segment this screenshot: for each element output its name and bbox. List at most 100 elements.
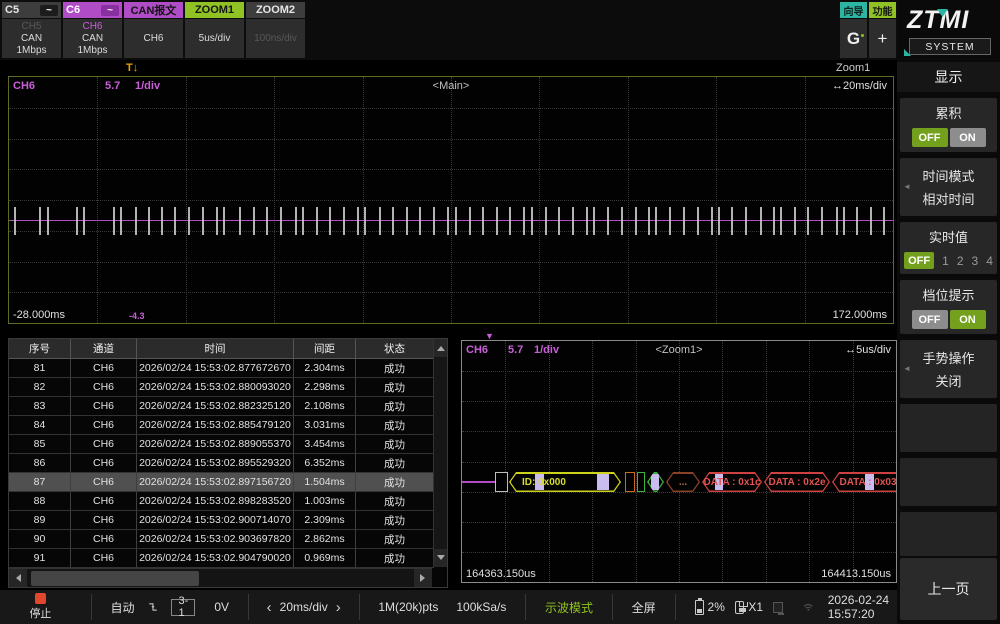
table-row[interactable]: 91CH62026/02/24 15:53:02.9047900200.969m… bbox=[9, 549, 434, 568]
col-interval[interactable]: 间距 bbox=[294, 339, 356, 359]
hscroll-thumb[interactable] bbox=[31, 571, 199, 586]
can-frame-burst bbox=[718, 207, 720, 235]
trigger-position-marker[interactable]: T↓ bbox=[126, 62, 138, 74]
table-row[interactable]: 87CH62026/02/24 15:53:02.8971567201.504m… bbox=[9, 473, 434, 492]
can-frame-burst bbox=[545, 207, 547, 235]
can-frame-burst bbox=[821, 207, 823, 235]
table-row[interactable]: 83CH62026/02/24 15:53:02.8823251202.108m… bbox=[9, 397, 434, 416]
can-frame-burst bbox=[794, 207, 796, 235]
can-frame-burst bbox=[316, 207, 318, 235]
can-frame-burst bbox=[856, 207, 858, 235]
can-frame-burst bbox=[188, 207, 190, 235]
table-cell: 2026/02/24 15:53:02.882325120 bbox=[137, 397, 294, 416]
table-row[interactable]: 86CH62026/02/24 15:53:02.8955293206.352m… bbox=[9, 454, 434, 473]
vertical-scrollbar[interactable] bbox=[433, 339, 447, 567]
can-data1-field[interactable]: DATA : 0x1c bbox=[702, 472, 762, 492]
sidebar-empty-button[interactable] bbox=[900, 458, 997, 506]
divider bbox=[359, 594, 360, 620]
zoom-time-right: 164413.150us bbox=[821, 568, 891, 580]
scope-mode[interactable]: 示波模式 bbox=[545, 599, 593, 616]
table-row[interactable]: 82CH62026/02/24 15:53:02.8800930202.298m… bbox=[9, 378, 434, 397]
tab-can-message[interactable]: CAN报文 CH6 bbox=[124, 2, 183, 60]
sidebar-empty-button[interactable] bbox=[900, 404, 997, 452]
table-cell: 89 bbox=[9, 511, 71, 530]
realtime-4[interactable]: 4 bbox=[986, 254, 993, 268]
gesture-button[interactable]: ◄ 手势操作 关闭 bbox=[900, 340, 997, 398]
wizard-button[interactable]: 向导 G bbox=[840, 2, 867, 58]
gear-hint-button[interactable]: 档位提示 OFF ON bbox=[900, 280, 997, 334]
time-mode-button[interactable]: ◄ 时间模式 相对时间 bbox=[900, 158, 997, 216]
scroll-down-button[interactable] bbox=[434, 549, 447, 567]
right-arrow-icon bbox=[420, 574, 429, 582]
tab-c5[interactable]: C5 ~ CH5 CAN 1Mbps bbox=[2, 2, 61, 60]
chevron-left-icon: ◄ bbox=[903, 364, 911, 373]
scroll-up-button[interactable] bbox=[434, 339, 447, 357]
can-frame-burst bbox=[531, 207, 533, 235]
toggle-off[interactable]: OFF bbox=[912, 310, 948, 329]
timebase-decrease-button[interactable]: ‹ bbox=[259, 599, 280, 616]
fullscreen-button[interactable]: 全屏 bbox=[632, 599, 656, 616]
col-serial[interactable]: 序号 bbox=[9, 339, 71, 359]
table-row[interactable]: 89CH62026/02/24 15:53:02.9007140702.309m… bbox=[9, 511, 434, 530]
wifi-icon[interactable] bbox=[803, 600, 814, 614]
realtime-3[interactable]: 3 bbox=[972, 254, 979, 268]
col-time[interactable]: 时间 bbox=[137, 339, 294, 359]
realtime-numbers: 1 2 3 4 bbox=[942, 254, 993, 268]
tab-zoom2[interactable]: ZOOM2 100ns/div bbox=[246, 2, 305, 60]
trigger-source[interactable]: 3-1 bbox=[171, 599, 195, 616]
realtime-value-button[interactable]: 实时值 OFF 1 2 3 4 bbox=[900, 222, 997, 274]
trigger-mode[interactable]: 自动 bbox=[111, 599, 135, 616]
table-cell: CH6 bbox=[71, 473, 137, 492]
realtime-1[interactable]: 1 bbox=[942, 254, 949, 268]
col-channel[interactable]: 通道 bbox=[71, 339, 137, 359]
can-data3-field[interactable]: DATA : 0x03 bbox=[832, 472, 897, 492]
scroll-right-button[interactable] bbox=[414, 569, 432, 587]
can-frame-burst bbox=[697, 207, 699, 235]
accumulate-toggle[interactable]: OFF ON bbox=[912, 128, 986, 147]
can-data2-field[interactable]: DATA : 0x2e bbox=[764, 472, 830, 492]
function-button[interactable]: 功能 + bbox=[869, 2, 896, 58]
trigger-level[interactable]: 0V bbox=[214, 600, 229, 614]
table-row[interactable]: 81CH62026/02/24 15:53:02.8776726702.304m… bbox=[9, 359, 434, 378]
toggle-on[interactable]: ON bbox=[950, 310, 986, 329]
table-row[interactable]: 88CH62026/02/24 15:53:02.8982835201.003m… bbox=[9, 492, 434, 511]
timebase-value[interactable]: 20ms/div bbox=[280, 600, 328, 614]
realtime-off[interactable]: OFF bbox=[904, 252, 934, 269]
can-frame-burst bbox=[572, 207, 574, 235]
sidebar-empty-button[interactable] bbox=[900, 512, 997, 556]
tab-zoom1[interactable]: ZOOM1 5us/div bbox=[185, 2, 244, 60]
gear-hint-toggle[interactable]: OFF ON bbox=[912, 310, 986, 329]
col-status[interactable]: 状态 bbox=[356, 339, 434, 359]
horizontal-scrollbar[interactable] bbox=[9, 568, 432, 587]
main-waveform-plot[interactable]: CH6 5.7 1/div <Main> ↔20ms/div -28.000ms… bbox=[8, 76, 894, 324]
tab-c6[interactable]: C6 ~ CH6 CAN 1Mbps bbox=[63, 2, 122, 60]
accumulate-label: 累积 bbox=[935, 103, 961, 122]
table-cell: 2026/02/24 15:53:02.897156720 bbox=[137, 473, 294, 492]
can-frame-burst bbox=[174, 207, 176, 235]
sample-rate[interactable]: 100kSa/s bbox=[456, 600, 506, 614]
system-button[interactable]: SYSTEM bbox=[909, 38, 991, 55]
run-stop-button[interactable]: 停止 bbox=[0, 593, 81, 621]
scroll-left-button[interactable] bbox=[9, 569, 27, 587]
right-sidebar: ZTMI SYSTEM 显示 累积 OFF ON ◄ 时间模式 相对时间 实时值… bbox=[897, 0, 1000, 624]
accumulate-button[interactable]: 累积 OFF ON bbox=[900, 98, 997, 152]
zoom1-waveform-plot[interactable]: CH6 5.7 1/div <Zoom1> ↔5us/div ID: 0x000… bbox=[461, 340, 897, 583]
can-id-field[interactable]: ID: 0x000 bbox=[509, 472, 621, 492]
table-row[interactable]: 85CH62026/02/24 15:53:02.8890553703.454m… bbox=[9, 435, 434, 454]
table-row[interactable]: 84CH62026/02/24 15:53:02.8854791203.031m… bbox=[9, 416, 434, 435]
table-row[interactable]: 90CH62026/02/24 15:53:02.9036978202.862m… bbox=[9, 530, 434, 549]
display-icon[interactable] bbox=[773, 602, 783, 613]
tab-zoom2-scale: 100ns/div bbox=[254, 33, 297, 45]
toggle-on[interactable]: ON bbox=[950, 128, 986, 147]
toggle-off[interactable]: OFF bbox=[912, 128, 948, 147]
record-length[interactable]: 1M(20k)pts bbox=[378, 600, 438, 614]
table-cell: 2.108ms bbox=[294, 397, 356, 416]
realtime-2[interactable]: 2 bbox=[957, 254, 964, 268]
can-frame-burst bbox=[760, 207, 762, 235]
tab-c6-label: C6 bbox=[66, 4, 80, 16]
previous-page-button[interactable]: 上一页 bbox=[900, 558, 997, 620]
storage-icon[interactable] bbox=[735, 601, 744, 614]
main-trigger-level: -4.3 bbox=[129, 311, 145, 321]
timebase-increase-button[interactable]: › bbox=[328, 599, 349, 616]
oscilloscope-screen: C5 ~ CH5 CAN 1Mbps C6 ~ CH6 CAN 1Mbps CA… bbox=[0, 0, 1000, 624]
